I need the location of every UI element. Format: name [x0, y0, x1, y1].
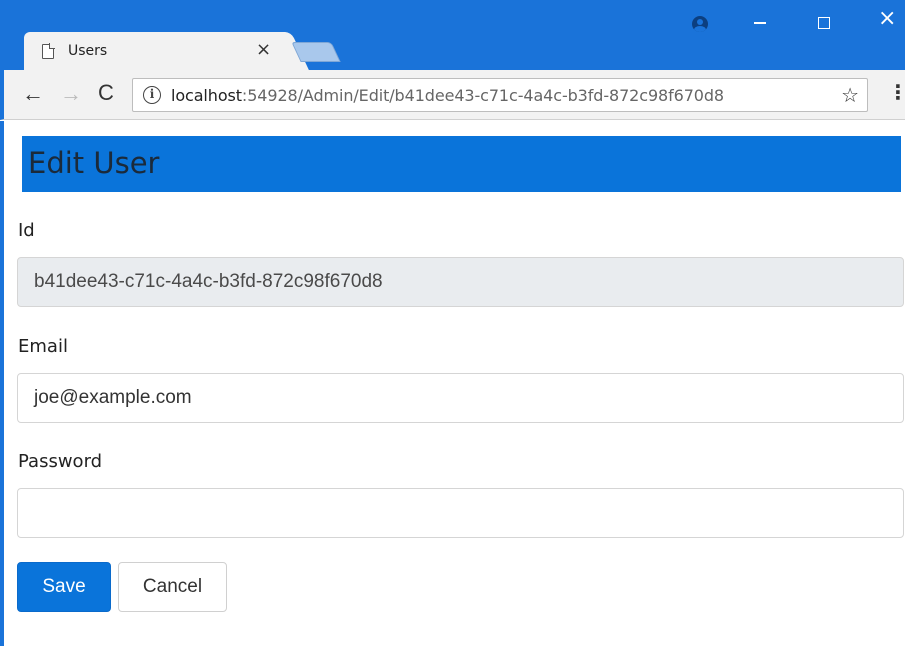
url-host: localhost: [171, 86, 242, 105]
new-tab-button[interactable]: [291, 42, 341, 62]
info-icon[interactable]: i: [143, 86, 161, 104]
menu-icon[interactable]: ⋮: [888, 80, 905, 105]
document-icon: [42, 43, 55, 59]
profile-icon[interactable]: [692, 16, 708, 32]
url-path: :54928/Admin/Edit/b41dee43-c71c-4a4c-b3f…: [241, 86, 725, 105]
browser-toolbar: ← → C i localhost:54928/Admin/Edit/b41de…: [0, 70, 905, 120]
save-button[interactable]: Save: [17, 562, 111, 612]
tab-title: Users: [68, 43, 108, 59]
address-bar[interactable]: i localhost:54928/Admin/Edit/b41dee43-c7…: [132, 78, 868, 112]
email-label: Email: [18, 336, 68, 357]
browser-titlebar: Users × ×: [0, 0, 905, 70]
id-field: b41dee43-c71c-4a4c-b3fd-872c98f670d8: [17, 257, 904, 307]
back-arrow-icon[interactable]: ←: [22, 81, 44, 107]
password-label: Password: [18, 451, 103, 472]
cancel-button[interactable]: Cancel: [118, 562, 227, 612]
url-text[interactable]: localhost:54928/Admin/Edit/b41dee43-c71c…: [171, 86, 724, 105]
reload-icon[interactable]: C: [98, 80, 114, 106]
page-title: Edit User: [28, 146, 160, 180]
tab-close-icon[interactable]: ×: [256, 39, 271, 60]
email-field[interactable]: joe@example.com: [17, 373, 904, 423]
maximize-icon[interactable]: [818, 17, 830, 29]
tab-users[interactable]: Users ×: [24, 32, 286, 70]
window-close-icon[interactable]: ×: [878, 8, 896, 30]
forward-arrow-icon[interactable]: →: [60, 81, 82, 107]
page-header: Edit User: [22, 136, 901, 192]
bookmark-star-icon[interactable]: ☆: [841, 83, 859, 108]
minimize-icon[interactable]: [754, 22, 766, 24]
page-content: Edit User Id b41dee43-c71c-4a4c-b3fd-872…: [0, 121, 905, 646]
id-label: Id: [18, 220, 35, 241]
password-field[interactable]: [17, 488, 904, 538]
